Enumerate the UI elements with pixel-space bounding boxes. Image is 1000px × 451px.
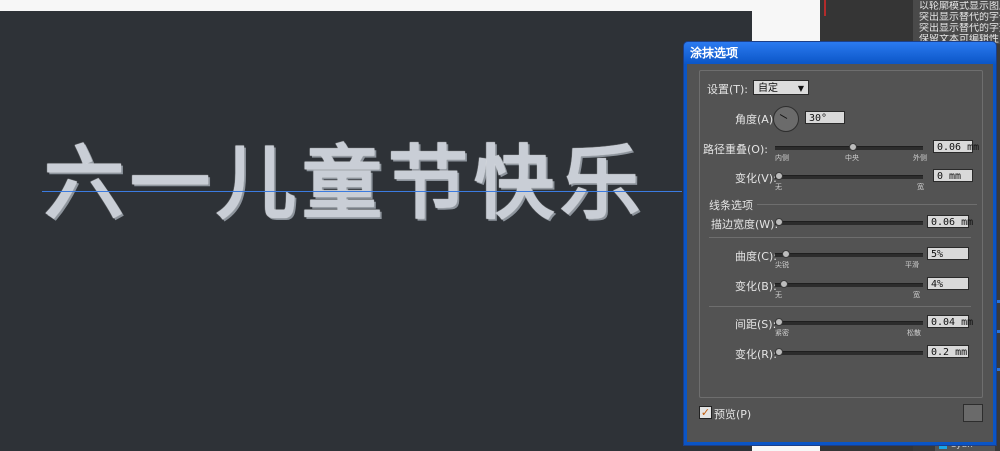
dialog-action-button[interactable] [963,404,983,422]
curviness-handle[interactable] [782,250,790,258]
stroke-width-label: 描边宽度(W): [711,218,779,231]
checkmark-icon: ✓ [700,406,711,419]
angle-dial[interactable] [773,106,799,132]
variation-label: 变化(V): [735,172,777,185]
spacing-min-label: 紧密 [775,329,789,337]
preview-checkbox[interactable]: ✓ [699,406,712,419]
variation-max-label: 宽 [917,183,924,191]
variation-b-max-label: 宽 [913,291,920,299]
variation-slider[interactable] [775,175,923,179]
panel-indicator [996,330,1000,333]
dialog-title[interactable]: 涂抹选项 [684,42,996,64]
variation-handle[interactable] [775,172,783,180]
variation-b-label: 变化(B): [735,280,777,293]
spacing-max-label: 松散 [907,329,921,337]
settings-dropdown-value: 自定 [758,83,778,94]
dialog-body: 设置(T): 自定 ▼ 角度(A): 30° 路径重叠(O): 0.06 mm … [687,64,993,442]
angle-field[interactable]: 30° [805,111,845,124]
preview-label[interactable]: 预览(P) [714,406,751,422]
divider [709,237,971,238]
stroke-width-field[interactable]: 0.06 mm [927,215,973,228]
curviness-max-label: 平滑 [905,261,919,269]
spacing-label: 间距(S): [735,318,777,331]
menu-item-highlight-fonts[interactable]: 突出显示替代的字体 [919,12,1000,23]
curviness-slider[interactable] [775,253,923,257]
path-overlap-field[interactable]: 0.06 mm [933,140,979,153]
path-overlap-max-label: 外侧 [913,154,927,162]
artwork-text[interactable]: 六一儿童节快乐 [44,119,646,235]
line-options-title: 线条选项 [709,199,753,212]
settings-label: 设置(T): [707,83,749,96]
stroke-width-handle[interactable] [775,218,783,226]
angle-label: 角度(A): [735,113,777,126]
variation-min-label: 无 [775,183,782,191]
curviness-field[interactable]: 5% [927,247,969,260]
angle-dial-hand-icon [779,114,788,119]
spacing-slider[interactable] [775,321,923,325]
path-overlap-label: 路径重叠(O): [703,143,768,156]
variation-field[interactable]: 0 mm [933,169,973,182]
variation-r-slider[interactable] [775,351,923,355]
panel-accent-line [824,0,826,16]
spacing-field[interactable]: 0.04 mm [927,315,973,328]
artboard-canvas[interactable]: 六一儿童节快乐 [0,11,752,451]
variation-b-handle[interactable] [780,280,788,288]
variation-r-field[interactable]: 0.2 mm [927,345,969,358]
divider [709,306,971,307]
curviness-min-label: 尖锐 [775,261,789,269]
variation-r-handle[interactable] [775,348,783,356]
line-options-divider [757,204,977,205]
dialog-border [993,64,996,442]
settings-dropdown[interactable]: 自定 ▼ [753,80,809,95]
text-baseline-guide [42,191,682,192]
curviness-label: 曲度(C): [735,250,777,263]
variation-r-label: 变化(R): [735,348,777,361]
path-overlap-handle[interactable] [849,143,857,151]
panel-indicator [996,368,1000,371]
menu-item-outline-mode[interactable]: 以轮廓模式显示图层 [919,1,1000,12]
context-menu: 以轮廓模式显示图层 突出显示替代的字体 突出显示替代的字形 保留文本可编辑性 [913,0,1000,45]
scribble-options-dialog: 涂抹选项 设置(T): 自定 ▼ 角度(A): 30° 路径重叠(O): 0.0… [684,42,996,445]
variation-b-min-label: 无 [775,291,782,299]
menu-item-highlight-glyphs[interactable]: 突出显示替代的字形 [919,23,1000,34]
path-overlap-mid-label: 中央 [845,154,859,162]
variation-b-slider[interactable] [775,283,923,287]
variation-b-field[interactable]: 4% [927,277,969,290]
stroke-width-slider[interactable] [775,221,923,225]
dropdown-arrow-icon: ▼ [797,84,804,93]
path-overlap-min-label: 内侧 [775,154,789,162]
spacing-handle[interactable] [775,318,783,326]
